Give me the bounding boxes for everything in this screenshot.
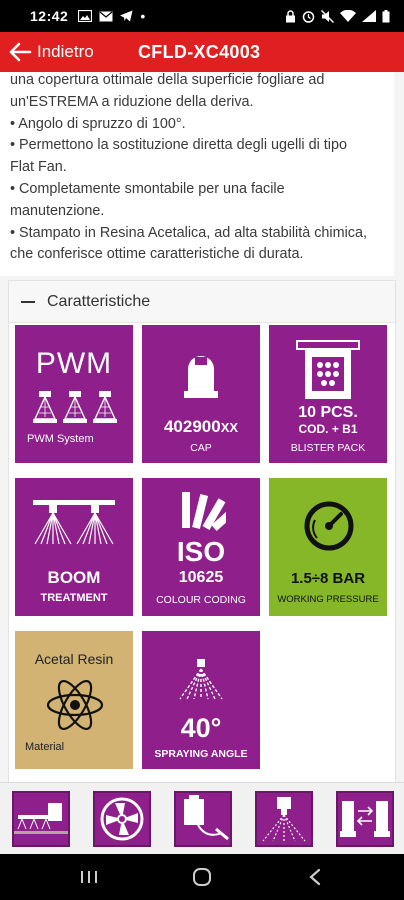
iso-title: ISO xyxy=(176,536,226,567)
cap-icon xyxy=(184,356,218,398)
arrow-left-icon xyxy=(9,42,32,62)
iso-caption: COLOUR CODING xyxy=(156,594,246,606)
description-line: una copertura ottimale della superficie … xyxy=(10,72,325,88)
description-line: un'ESTREMA a riduzione della deriva. xyxy=(10,93,254,110)
gallery-notification-icon xyxy=(78,10,93,22)
bottom-nav xyxy=(0,782,404,854)
nav-sprayer-tank[interactable] xyxy=(174,791,232,847)
nozzle-spray-icon xyxy=(262,797,306,842)
fan-icon xyxy=(100,797,144,841)
back-label: Indietro xyxy=(37,42,94,61)
feature-tile-boom: BOOM TREATMENT xyxy=(15,478,133,616)
status-bar: 12:42 • xyxy=(0,0,404,32)
mute-icon xyxy=(321,9,334,23)
cap-caption: CAP xyxy=(190,442,212,454)
material-caption: Material xyxy=(25,741,65,753)
product-detail-scroll[interactable]: una copertura ottimale della superficie … xyxy=(0,72,404,782)
battery-icon xyxy=(382,9,390,22)
telegram-notification-icon xyxy=(120,10,133,22)
notification-dot: • xyxy=(140,8,146,24)
feature-tile-material: Acetal Resin Material xyxy=(15,631,133,769)
feature-tile-pressure: 1.5÷8 BAR WORKING PRESSURE xyxy=(269,478,387,616)
features-title: Caratteristiche xyxy=(47,292,151,310)
angle-caption: SPRAYING ANGLE xyxy=(154,748,248,760)
pressure-gauge-icon xyxy=(304,501,354,551)
chevron-left-icon xyxy=(309,868,321,886)
feature-tile-cap: 402900XX CAP xyxy=(142,325,260,463)
nav-nozzle-spray[interactable] xyxy=(255,791,313,847)
feature-tile-angle: 40° SPRAYING ANGLE xyxy=(142,631,260,769)
boom-spray-icon xyxy=(33,500,115,545)
nozzle-compare-icon xyxy=(340,801,390,837)
blister-count: 10 PCS. xyxy=(298,404,358,421)
signal-icon xyxy=(362,10,376,22)
lock-icon xyxy=(286,9,295,22)
nav-fan[interactable] xyxy=(93,791,151,847)
mail-notification-icon xyxy=(99,11,113,21)
wifi-icon xyxy=(340,10,356,22)
system-nav-bar xyxy=(0,854,404,900)
recents-icon xyxy=(81,871,97,883)
feature-tile-blister: 10 PCS. COD. + B1 BLISTER PACK xyxy=(269,325,387,463)
description-line: • Completamente smontabile per una facil… xyxy=(10,180,285,197)
cap-code-main: 402900 xyxy=(163,417,221,436)
blister-caption: BLISTER PACK xyxy=(290,442,366,454)
pressure-range: 1.5÷8 BAR xyxy=(290,570,366,587)
description-line: manutenzione. xyxy=(10,202,105,219)
recents-button[interactable] xyxy=(66,854,112,900)
description-line: • Stampato in Resina Acetalica, ad alta … xyxy=(10,224,367,241)
angle-value: 40° xyxy=(180,713,222,743)
home-icon xyxy=(193,868,211,886)
sprayer-tank-icon xyxy=(184,795,229,841)
feature-tile-iso: ISO 10625 COLOUR CODING xyxy=(142,478,260,616)
app-bar: Indietro CFLD-XC4003 xyxy=(0,32,404,72)
boom-caption: TREATMENT xyxy=(40,592,108,604)
features-toggle[interactable]: Caratteristiche xyxy=(9,281,395,323)
alarm-icon xyxy=(302,10,315,23)
pressure-caption: WORKING PRESSURE xyxy=(277,594,379,605)
product-description: una copertura ottimale della superficie … xyxy=(0,72,394,277)
description-line: Flat Fan. xyxy=(10,159,67,176)
nav-boom-sprayer[interactable] xyxy=(12,791,70,847)
collapse-minus-icon xyxy=(21,300,35,303)
feature-tile-pwm: PWM PWM System xyxy=(15,325,133,463)
status-time: 12:42 xyxy=(30,8,69,24)
cap-code: 402900XX xyxy=(142,417,260,437)
description-line: • Angolo di spruzzo di 100°. xyxy=(10,115,186,132)
atom-icon xyxy=(46,679,104,731)
system-back-button[interactable] xyxy=(292,854,338,900)
iso-number: 10625 xyxy=(178,569,224,586)
boom-title: BOOM xyxy=(47,568,101,587)
spray-cone-icon xyxy=(179,659,223,700)
nozzle-array-icon xyxy=(33,391,117,423)
description-line: che conferisce ottime caratteristiche di… xyxy=(10,246,304,263)
blister-pack-icon xyxy=(296,340,360,399)
features-section: Caratteristiche PWM PWM System 402900XX xyxy=(8,280,396,782)
pwm-title: PWM xyxy=(35,347,113,380)
description-line: • Permettono la sostituzione diretta deg… xyxy=(10,137,348,154)
boom-sprayer-icon xyxy=(14,803,68,834)
cap-code-suffix: XX xyxy=(220,420,239,435)
home-button[interactable] xyxy=(179,854,225,900)
page-title: CFLD-XC4003 xyxy=(138,42,261,62)
back-nav-button[interactable]: Indietro xyxy=(0,32,94,72)
pwm-caption: PWM System xyxy=(27,433,94,445)
blister-code: COD. + B1 xyxy=(298,422,358,436)
material-title: Acetal Resin xyxy=(34,651,114,667)
colour-fan-icon xyxy=(182,492,226,531)
nav-nozzle-compare[interactable] xyxy=(336,791,394,847)
